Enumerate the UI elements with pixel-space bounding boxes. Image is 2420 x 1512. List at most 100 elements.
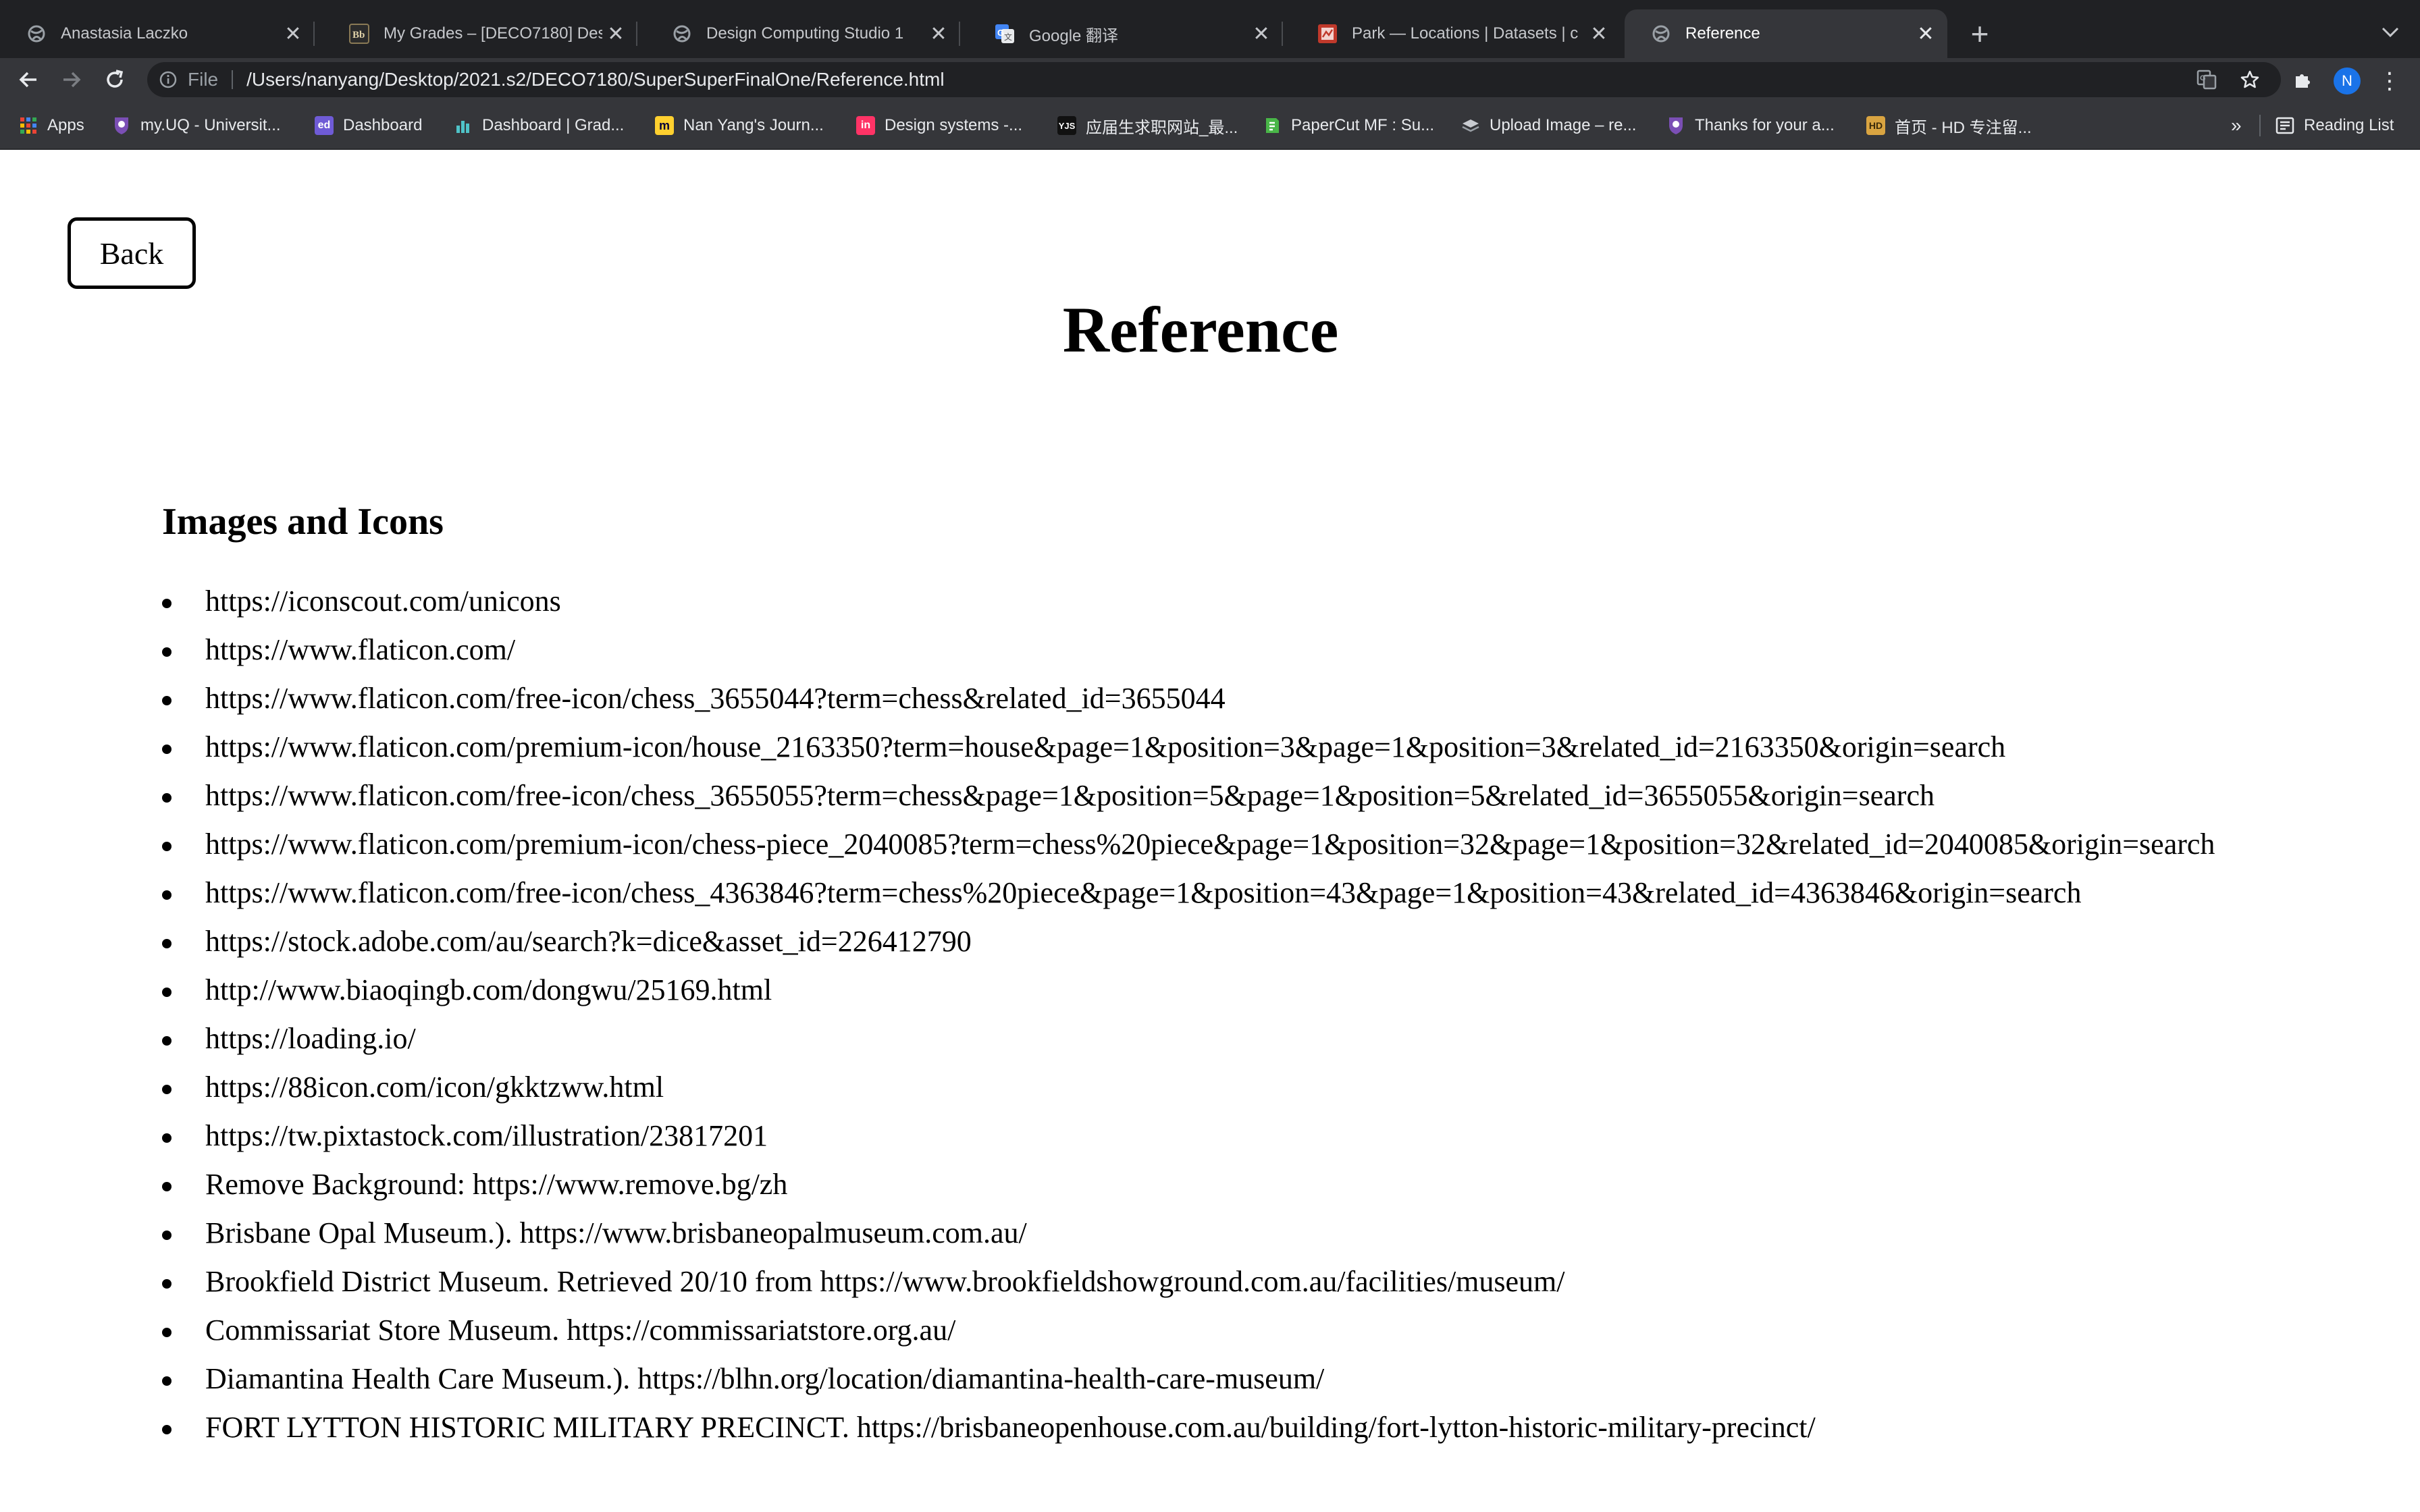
bookmark-hd[interactable]: HD 首页 - HD 专注留... bbox=[1866, 101, 2032, 150]
bookmark-upload-image[interactable]: Upload Image – re... bbox=[1461, 101, 1636, 150]
reference-text: Diamantina Health Care Museum.). https:/… bbox=[205, 1362, 1325, 1395]
yingjiesheng-icon: YJS bbox=[1057, 116, 1076, 135]
bullet-icon bbox=[162, 1231, 172, 1240]
miro-icon: m bbox=[655, 116, 674, 135]
bullet-icon bbox=[162, 1133, 172, 1143]
bookmark-label: 首页 - HD 专注留... bbox=[1895, 118, 2032, 137]
bullet-icon bbox=[162, 1376, 172, 1386]
reload-icon[interactable] bbox=[100, 65, 130, 94]
tab-close-icon[interactable]: ✕ bbox=[280, 20, 307, 47]
tab-strip: Anastasia Laczko ✕ Bb My Grades – [DECO7… bbox=[0, 0, 2420, 58]
reference-text: Brisbane Opal Museum.). https://www.bris… bbox=[205, 1216, 1027, 1249]
bookmark-label: PaperCut MF : Su... bbox=[1291, 116, 1435, 134]
reading-list-button[interactable]: Reading List bbox=[2276, 101, 2394, 150]
svg-text:G: G bbox=[997, 28, 1004, 38]
bookmark-gradescope[interactable]: Dashboard | Grad... bbox=[454, 101, 624, 150]
more-options-icon[interactable]: ⋮ bbox=[2378, 66, 2401, 96]
reading-list-icon bbox=[2276, 116, 2294, 135]
profile-avatar[interactable]: N bbox=[2334, 68, 2361, 94]
bullet-icon bbox=[162, 988, 172, 997]
bookmark-label: Thanks for your a... bbox=[1695, 116, 1835, 134]
tab-title: Reference bbox=[1685, 24, 1760, 43]
bookmark-label: Nan Yang's Journ... bbox=[683, 116, 824, 134]
page-title: Reference bbox=[1062, 294, 1339, 366]
tab-close-icon[interactable]: ✕ bbox=[602, 20, 629, 47]
layers-icon bbox=[1461, 116, 1480, 135]
tab-reference[interactable]: Reference ✕ bbox=[1625, 9, 1947, 58]
list-item: FORT LYTTON HISTORIC MILITARY PRECINCT. … bbox=[162, 1408, 2390, 1447]
bookmark-myuq[interactable]: my.UQ - Universit... bbox=[112, 101, 281, 150]
reference-text: FORT LYTTON HISTORIC MILITARY PRECINCT. … bbox=[205, 1411, 1816, 1444]
browser-toolbar: File /Users/nanyang/Desktop/2021.s2/DECO… bbox=[0, 58, 2420, 101]
svg-text:Bb: Bb bbox=[352, 30, 365, 40]
url-text[interactable]: /Users/nanyang/Desktop/2021.s2/DECO7180/… bbox=[246, 69, 944, 90]
hd-icon: HD bbox=[1866, 116, 1885, 135]
forward-arrow-icon[interactable] bbox=[57, 65, 86, 94]
tab-my-grades[interactable]: Bb My Grades – [DECO7180] Desi ✕ bbox=[323, 9, 637, 58]
reference-text: https://iconscout.com/unicons bbox=[205, 585, 561, 618]
globe-icon bbox=[671, 23, 693, 45]
list-item: https://www.flaticon.com/free-icon/chess… bbox=[162, 776, 2390, 815]
reference-text: https://www.flaticon.com/free-icon/chess… bbox=[205, 779, 1935, 812]
list-item: https://stock.adobe.com/au/search?k=dice… bbox=[162, 922, 2390, 961]
bookmark-apps[interactable]: Apps bbox=[19, 101, 84, 150]
globe-icon bbox=[1650, 23, 1672, 45]
bookmark-yingjiesheng[interactable]: YJS 应届生求职网站_最... bbox=[1057, 101, 1238, 150]
svg-text:G: G bbox=[2200, 74, 2206, 82]
google-translate-icon: G文 bbox=[994, 23, 1016, 45]
tab-design-computing-studio[interactable]: Design Computing Studio 1 ✕ bbox=[646, 9, 960, 58]
bookmark-thanks[interactable]: Thanks for your a... bbox=[1666, 101, 1835, 150]
bookmark-label: Upload Image – re... bbox=[1490, 116, 1637, 134]
bookmark-label: Apps bbox=[47, 116, 84, 134]
translate-icon[interactable]: G bbox=[2192, 65, 2221, 94]
back-arrow-icon[interactable] bbox=[14, 65, 43, 94]
tab-google-translate[interactable]: G文 Google 翻译 ✕ bbox=[968, 9, 1283, 58]
bookmark-star-icon[interactable] bbox=[2235, 65, 2265, 94]
bullet-icon bbox=[162, 1085, 172, 1094]
tab-title: My Grades – [DECO7180] Desi bbox=[384, 24, 602, 43]
reference-text: https://www.flaticon.com/ bbox=[205, 633, 516, 666]
bookmark-label: Dashboard bbox=[343, 116, 423, 134]
chevron-down-icon[interactable] bbox=[2377, 19, 2404, 46]
tab-title: Park — Locations | Datasets | c bbox=[1352, 24, 1579, 43]
page-viewport: Back Reference Images and Icons https://… bbox=[0, 150, 2420, 1512]
tab-park-locations[interactable]: Park — Locations | Datasets | c ✕ bbox=[1291, 9, 1621, 58]
reference-text: Brookfield District Museum. Retrieved 20… bbox=[205, 1265, 1565, 1298]
list-item: Brisbane Opal Museum.). https://www.bris… bbox=[162, 1214, 2390, 1252]
reference-text: https://www.flaticon.com/free-icon/chess… bbox=[205, 876, 2082, 909]
new-tab-plus-icon[interactable]: + bbox=[1964, 16, 1996, 51]
tab-title: Google 翻译 bbox=[1029, 26, 1119, 45]
address-bar[interactable]: File /Users/nanyang/Desktop/2021.s2/DECO… bbox=[147, 62, 2281, 97]
info-icon[interactable] bbox=[157, 68, 180, 91]
bookmark-nan-yang-journal[interactable]: m Nan Yang's Journ... bbox=[655, 101, 824, 150]
list-item: https://www.flaticon.com/premium-icon/ho… bbox=[162, 728, 2390, 766]
tab-close-icon[interactable]: ✕ bbox=[1248, 20, 1275, 47]
apps-grid-icon bbox=[19, 116, 38, 135]
svg-text:文: 文 bbox=[1004, 32, 1012, 42]
bookmarks-overflow-chevron-icon[interactable]: » bbox=[2231, 101, 2242, 150]
bullet-icon bbox=[162, 1182, 172, 1191]
reference-text: https://88icon.com/icon/gkktzww.html bbox=[205, 1071, 664, 1104]
bookmark-dashboard[interactable]: ed Dashboard bbox=[315, 101, 422, 150]
bookmark-papercut[interactable]: PaperCut MF : Su... bbox=[1263, 101, 1434, 150]
bookmark-label: Design systems -... bbox=[885, 116, 1023, 134]
reference-text: https://loading.io/ bbox=[205, 1022, 416, 1055]
bullet-icon bbox=[162, 647, 172, 657]
bullet-icon bbox=[162, 599, 172, 608]
tab-close-icon[interactable]: ✕ bbox=[925, 20, 952, 47]
tab-close-icon[interactable]: ✕ bbox=[1585, 20, 1612, 47]
reference-text: https://stock.adobe.com/au/search?k=dice… bbox=[205, 925, 972, 958]
tab-anastasia[interactable]: Anastasia Laczko ✕ bbox=[0, 9, 315, 58]
bookmark-design-systems[interactable]: in Design systems -... bbox=[856, 101, 1022, 150]
tab-title: Design Computing Studio 1 bbox=[706, 24, 904, 43]
back-button[interactable]: Back bbox=[68, 217, 196, 289]
reference-text: https://www.flaticon.com/free-icon/chess… bbox=[205, 682, 1226, 715]
uq-shield-icon bbox=[112, 116, 131, 135]
dataset-icon bbox=[1317, 23, 1338, 45]
bullet-icon bbox=[162, 696, 172, 705]
uq-shield-icon bbox=[1666, 116, 1685, 135]
list-item: https://www.flaticon.com/ bbox=[162, 630, 2390, 669]
list-item: https://iconscout.com/unicons bbox=[162, 582, 2390, 620]
extensions-puzzle-icon[interactable] bbox=[2288, 65, 2317, 94]
tab-close-icon[interactable]: ✕ bbox=[1912, 20, 1939, 47]
